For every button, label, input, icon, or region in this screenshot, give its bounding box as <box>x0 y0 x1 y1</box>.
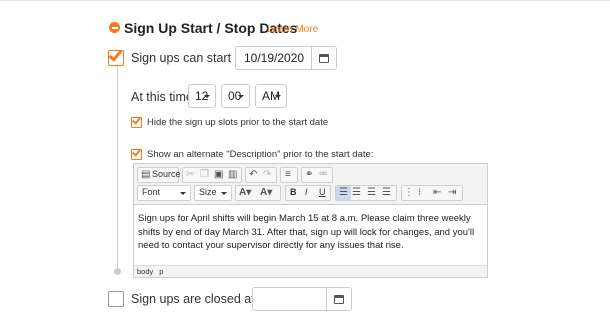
numbered-list-icon[interactable]: ⋮ <box>404 186 414 200</box>
close-date-field[interactable] <box>252 287 352 311</box>
start-checkbox[interactable] <box>108 47 124 66</box>
bulleted-list-icon[interactable]: ⁝ <box>418 186 421 200</box>
close-date-value[interactable] <box>253 288 326 310</box>
close-calendar-button[interactable] <box>326 288 351 310</box>
undo-icon[interactable]: ↶ <box>249 168 257 182</box>
caret-down-icon <box>204 95 210 98</box>
text-color-icon[interactable]: A▾ <box>239 186 251 200</box>
calendar-icon <box>319 53 329 63</box>
history-group: ↶ ↷ <box>245 167 277 183</box>
source-label: Source <box>152 169 181 179</box>
start-label: Sign ups can start on: <box>131 51 252 65</box>
font-label: Font <box>142 187 161 197</box>
bold-button[interactable]: B <box>290 187 297 197</box>
description-editor[interactable]: ▤ Source ✂ ❐ ▣ ▥ ↶ ↷ ≡ ⚭ ⚮ Font Size A▾ … <box>133 163 488 278</box>
paste-text-icon[interactable]: ▥ <box>228 168 237 182</box>
alt-desc-label: Show an alternate "Description" prior to… <box>147 149 374 160</box>
caret-down-icon <box>221 192 227 195</box>
editor-content[interactable]: Sign ups for April shifts will begin Mar… <box>138 212 483 253</box>
redo-icon[interactable]: ↷ <box>263 168 271 182</box>
time-label: At this time: <box>131 90 197 104</box>
caret-down-icon <box>238 95 244 98</box>
hour-select[interactable]: 12 <box>188 84 216 108</box>
checkmark-icon <box>132 147 141 157</box>
start-date-field[interactable]: 10/19/2020 <box>235 46 337 70</box>
bg-color-icon[interactable]: A▾ <box>260 186 272 200</box>
start-date-value[interactable]: 10/19/2020 <box>236 47 311 69</box>
minute-select[interactable]: 00 <box>221 84 250 108</box>
size-label: Size <box>199 187 217 197</box>
outdent-icon[interactable]: ⇤ <box>433 186 441 200</box>
top-divider <box>0 0 610 1</box>
learn-more-link[interactable]: Learn More <box>267 24 318 35</box>
source-button[interactable]: ▤ Source <box>137 167 181 183</box>
timeline-line <box>117 64 118 272</box>
font-select[interactable]: Font <box>137 185 191 201</box>
path-body[interactable]: body <box>137 267 153 276</box>
checkmark-icon <box>132 115 141 125</box>
cut-icon[interactable]: ✂ <box>186 168 194 182</box>
start-calendar-button[interactable] <box>311 47 336 69</box>
link-icon[interactable]: ⚭ <box>305 168 313 182</box>
align-left-icon[interactable]: ☰ <box>336 186 351 200</box>
calendar-icon <box>334 294 344 304</box>
underline-button[interactable]: U <box>319 187 326 197</box>
minus-circle-icon[interactable] <box>109 22 120 33</box>
list-group: ⋮ ⁝ ⇤ ⇥ <box>401 185 463 201</box>
horizontal-line-icon[interactable]: ≡ <box>285 168 291 182</box>
link-group: ⚭ ⚮ <box>301 167 333 183</box>
clipboard-group: ✂ ❐ ▣ ▥ <box>182 167 242 183</box>
timeline-dot <box>114 268 121 275</box>
justify-icon[interactable]: ☰ <box>382 186 391 200</box>
source-icon: ▤ <box>141 169 151 180</box>
caret-down-icon <box>275 95 281 98</box>
checkmark-icon <box>108 47 123 62</box>
editor-path-bar: body p <box>134 265 487 277</box>
copy-icon[interactable]: ❐ <box>200 168 209 182</box>
ampm-select[interactable]: AM <box>255 84 287 108</box>
path-p[interactable]: p <box>159 267 163 276</box>
italic-button[interactable]: I <box>305 187 308 197</box>
paste-icon[interactable]: ▣ <box>214 168 223 182</box>
color-group: A▾ A▾ <box>235 185 281 201</box>
editor-toolbar: ▤ Source ✂ ❐ ▣ ▥ ↶ ↷ ≡ ⚭ ⚮ Font Size A▾ … <box>134 164 487 205</box>
hr-group: ≡ <box>280 167 298 183</box>
indent-icon[interactable]: ⇥ <box>448 186 456 200</box>
format-group: B I U <box>285 185 331 201</box>
unlink-icon[interactable]: ⚮ <box>319 168 327 182</box>
close-checkbox[interactable] <box>108 291 124 307</box>
alt-desc-checkbox[interactable] <box>131 147 142 160</box>
size-select[interactable]: Size <box>194 185 232 201</box>
align-right-icon[interactable]: ☰ <box>367 186 376 200</box>
hide-slots-checkbox[interactable] <box>131 115 142 128</box>
caret-down-icon <box>180 192 186 195</box>
align-group: ☰ ☰ ☰ ☰ <box>335 185 397 201</box>
align-center-icon[interactable]: ☰ <box>352 186 361 200</box>
hide-slots-label: Hide the sign up slots prior to the star… <box>147 117 329 128</box>
